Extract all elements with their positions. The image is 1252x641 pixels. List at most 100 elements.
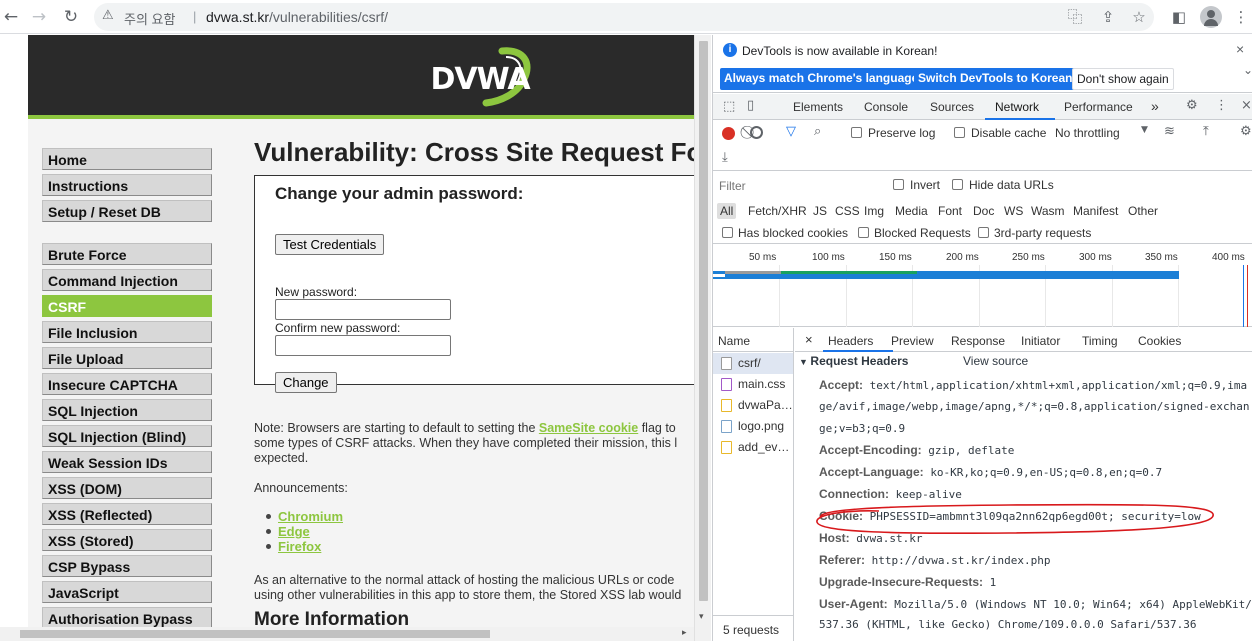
vertical-scrollbar[interactable]: ▾ xyxy=(694,35,711,641)
scrollbar-thumb[interactable] xyxy=(699,41,708,601)
tab-sources[interactable]: Sources xyxy=(930,100,974,114)
request-row[interactable]: dvwaPa… xyxy=(713,395,793,416)
menu-item-command-injection[interactable]: Command Injection xyxy=(42,269,212,291)
blocked-requests-checkbox[interactable] xyxy=(858,227,869,238)
type-filter-media[interactable]: Media xyxy=(895,204,928,218)
menu-item-insecure-captcha[interactable]: Insecure CAPTCHA xyxy=(42,373,212,395)
close-icon[interactable]: × xyxy=(1236,41,1244,57)
samesite-cookie-link[interactable]: SameSite cookie xyxy=(539,421,638,435)
more-vertical-icon[interactable]: ⋮ xyxy=(1215,98,1228,113)
request-row[interactable]: csrf/ xyxy=(713,353,793,374)
tab-initiator[interactable]: Initiator xyxy=(1021,334,1060,348)
network-timeline[interactable]: 50 ms 100 ms 150 ms 200 ms 250 ms 300 ms… xyxy=(713,245,1252,327)
network-conditions-icon[interactable]: ≋ xyxy=(1164,124,1175,139)
close-icon[interactable]: × xyxy=(805,332,813,347)
menu-item-javascript[interactable]: JavaScript xyxy=(42,581,212,603)
type-filter-wasm[interactable]: Wasm xyxy=(1031,204,1065,218)
chevron-down-icon[interactable]: ▼ xyxy=(1141,125,1148,135)
new-password-input[interactable] xyxy=(275,299,451,320)
test-credentials-button[interactable]: Test Credentials xyxy=(275,234,385,255)
gear-icon[interactable]: ⚙ xyxy=(1240,124,1252,139)
type-filter-manifest[interactable]: Manifest xyxy=(1073,204,1118,218)
menu-item-csrf[interactable]: CSRF xyxy=(42,295,212,317)
type-filter-other[interactable]: Other xyxy=(1128,204,1158,218)
dont-show-again-button[interactable]: Don't show again xyxy=(1072,68,1174,90)
chromium-link[interactable]: Chromium xyxy=(278,509,343,524)
has-blocked-cookies-checkbox[interactable] xyxy=(722,227,733,238)
reload-icon[interactable]: ↻ xyxy=(60,6,82,28)
type-filter-doc[interactable]: Doc xyxy=(973,204,994,218)
type-filter-font[interactable]: Font xyxy=(938,204,962,218)
tab-response[interactable]: Response xyxy=(951,334,1005,348)
inspect-element-icon[interactable]: ⬚ xyxy=(723,99,735,114)
gear-icon[interactable]: ⚙ xyxy=(1186,98,1198,113)
bookmark-star-icon[interactable]: ☆ xyxy=(1128,6,1150,28)
tab-network[interactable]: Network xyxy=(995,100,1039,114)
profile-avatar-icon[interactable] xyxy=(1200,6,1222,28)
menu-item-sql-injection-blind[interactable]: SQL Injection (Blind) xyxy=(42,425,212,447)
forward-arrow-icon[interactable]: → xyxy=(28,6,50,28)
edge-link[interactable]: Edge xyxy=(278,524,310,539)
always-match-language-button[interactable]: Always match Chrome's language xyxy=(720,68,923,90)
translate-icon[interactable]: ⿻ xyxy=(1064,6,1086,28)
more-tabs-icon[interactable]: » xyxy=(1151,98,1159,114)
scroll-right-arrow-icon[interactable]: ▸ xyxy=(682,627,687,638)
menu-item-file-upload[interactable]: File Upload xyxy=(42,347,212,369)
request-headers-toggle[interactable]: ▼ Request Headers xyxy=(799,354,908,368)
type-filter-img[interactable]: Img xyxy=(864,204,884,218)
type-filter-js[interactable]: JS xyxy=(813,204,827,218)
menu-item-weak-session-ids[interactable]: Weak Session IDs xyxy=(42,451,212,473)
request-row[interactable]: add_ev… xyxy=(713,437,793,458)
menu-item-authorisation-bypass[interactable]: Authorisation Bypass xyxy=(42,607,212,629)
share-icon[interactable]: ⇪ xyxy=(1097,6,1119,28)
menu-item-xss-stored[interactable]: XSS (Stored) xyxy=(42,529,212,551)
tab-elements[interactable]: Elements xyxy=(793,100,843,114)
confirm-password-input[interactable] xyxy=(275,335,451,356)
address-bar[interactable]: ⚠ 주의 요함 | dvwa.st.kr/vulnerabilities/csr… xyxy=(94,3,1154,31)
menu-item-instructions[interactable]: Instructions xyxy=(42,174,212,196)
menu-item-brute-force[interactable]: Brute Force xyxy=(42,243,212,265)
menu-item-xss-dom[interactable]: XSS (DOM) xyxy=(42,477,212,499)
side-panel-icon[interactable]: ◧ xyxy=(1168,6,1190,28)
view-source-link[interactable]: View source xyxy=(963,354,1028,368)
warning-icon[interactable]: ⚠ xyxy=(102,8,120,26)
export-har-icon[interactable]: ⤓ xyxy=(722,150,728,165)
type-filter-fetch[interactable]: Fetch/XHR xyxy=(748,204,807,218)
horizontal-scrollbar[interactable]: ▸ xyxy=(0,627,694,641)
tab-performance[interactable]: Performance xyxy=(1064,100,1133,114)
clear-icon[interactable] xyxy=(750,126,763,139)
url-text[interactable]: dvwa.st.kr/vulnerabilities/csrf/ xyxy=(206,9,388,25)
tab-timing[interactable]: Timing xyxy=(1082,334,1118,348)
filter-input[interactable] xyxy=(717,177,879,195)
type-filter-css[interactable]: CSS xyxy=(835,204,860,218)
menu-item-csp-bypass[interactable]: CSP Bypass xyxy=(42,555,212,577)
throttling-select[interactable]: No throttling xyxy=(1055,126,1120,140)
menu-item-setup-reset-db[interactable]: Setup / Reset DB xyxy=(42,200,212,222)
request-row[interactable]: logo.png xyxy=(713,416,793,437)
change-button[interactable]: Change xyxy=(275,372,337,393)
request-row[interactable]: main.css xyxy=(713,374,793,395)
scrollbar-thumb[interactable] xyxy=(20,630,490,638)
third-party-checkbox[interactable] xyxy=(978,227,989,238)
record-icon[interactable] xyxy=(722,127,735,140)
firefox-link[interactable]: Firefox xyxy=(278,539,321,554)
import-har-icon[interactable]: ⤒ xyxy=(1203,124,1209,139)
tab-preview[interactable]: Preview xyxy=(891,334,934,348)
type-filter-all[interactable]: All xyxy=(717,203,737,219)
menu-item-file-inclusion[interactable]: File Inclusion xyxy=(42,321,212,343)
search-icon[interactable]: ⌕ xyxy=(814,124,821,139)
security-label[interactable]: 주의 요함 xyxy=(124,9,175,28)
type-filter-ws[interactable]: WS xyxy=(1004,204,1023,218)
close-icon[interactable]: × xyxy=(1241,98,1252,113)
invert-checkbox[interactable] xyxy=(893,179,904,190)
tab-cookies[interactable]: Cookies xyxy=(1138,334,1181,348)
tab-headers[interactable]: Headers xyxy=(828,334,873,348)
disable-cache-checkbox[interactable] xyxy=(954,127,965,138)
back-arrow-icon[interactable]: ← xyxy=(0,6,22,28)
tab-console[interactable]: Console xyxy=(864,100,908,114)
menu-item-xss-reflected[interactable]: XSS (Reflected) xyxy=(42,503,212,525)
chevron-down-icon[interactable]: ⌄ xyxy=(1243,63,1252,77)
name-column-header[interactable]: Name xyxy=(713,328,793,352)
filter-icon[interactable]: ▽ xyxy=(786,124,796,139)
preserve-log-checkbox[interactable] xyxy=(851,127,862,138)
